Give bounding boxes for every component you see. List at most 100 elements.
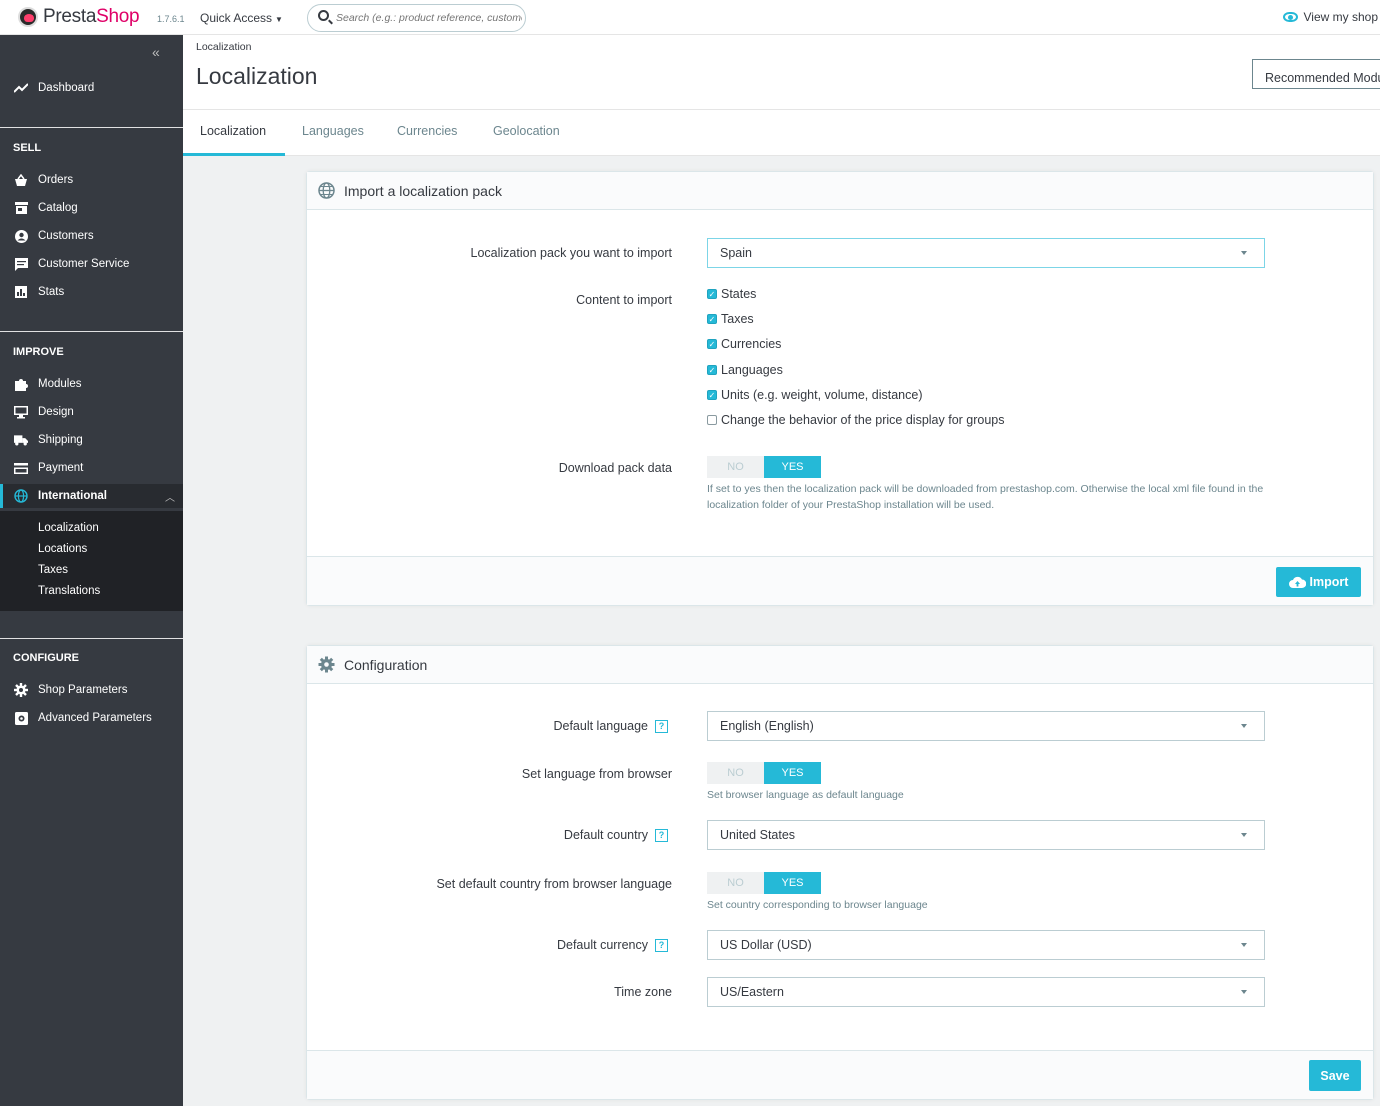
help-icon[interactable]: ? [655, 720, 668, 734]
checkbox-states[interactable]: ✓ States [707, 287, 756, 301]
localization-pack-select[interactable]: Spain [707, 238, 1265, 268]
checkbox-price-display[interactable]: Change the behavior of the price display… [707, 413, 1005, 427]
sidebar-item-stats[interactable]: Stats [0, 280, 183, 304]
select-value: US Dollar (USD) [720, 938, 812, 952]
submenu-item-localization[interactable]: Localization [38, 522, 99, 534]
checkbox-checked-icon: ✓ [707, 365, 717, 375]
sidebar-item-design[interactable]: Design [0, 400, 183, 424]
sidebar-item-label: Customers [38, 230, 94, 242]
default-country-label: Default country? [563, 828, 668, 843]
submenu-item-taxes[interactable]: Taxes [38, 564, 68, 576]
checkbox-label: States [721, 287, 757, 301]
tab-localization[interactable]: Localization [200, 124, 266, 138]
select-value: United States [720, 828, 796, 842]
switch-yes-option[interactable]: YES [764, 872, 821, 894]
sidebar-item-modules[interactable]: Modules [0, 372, 183, 396]
active-indicator [0, 484, 3, 508]
tab-geolocation[interactable]: Geolocation [493, 124, 560, 138]
caret-down-icon [1241, 724, 1247, 728]
sidebar-item-payment[interactable]: Payment [0, 456, 183, 480]
switch-yes-option[interactable]: YES [764, 762, 821, 784]
search-box[interactable] [307, 4, 526, 32]
logo-text-accent: Shop [96, 6, 140, 27]
puffin-logo-icon [18, 7, 38, 27]
checkbox-currencies[interactable]: ✓ Currencies [707, 337, 781, 351]
sidebar-item-customer-service[interactable]: Customer Service [0, 252, 183, 276]
country-browser-label: Set default country from browser languag… [436, 877, 672, 891]
checkbox-units[interactable]: ✓ Units (e.g. weight, volume, distance) [707, 388, 922, 402]
sidebar-item-label: Orders [38, 174, 74, 186]
checkbox-label: Currencies [721, 337, 782, 351]
switch-no-option[interactable]: NO [707, 456, 764, 478]
view-my-shop-link[interactable]: View my shop [1282, 10, 1378, 24]
active-tab-indicator [183, 153, 285, 156]
switch-no-option[interactable]: NO [707, 872, 764, 894]
sidebar-item-advanced-parameters[interactable]: Advanced Parameters [0, 706, 183, 730]
section-title-improve: IMPROVE [13, 346, 64, 358]
switch-yes-option[interactable]: YES [764, 456, 821, 478]
import-button-label: Import [1309, 575, 1349, 589]
sidebar-item-customers[interactable]: Customers [0, 224, 183, 248]
checkbox-checked-icon: ✓ [707, 314, 717, 324]
account-circle-icon [14, 229, 28, 243]
sidebar-divider [0, 331, 183, 332]
submenu-item-locations[interactable]: Locations [38, 543, 87, 555]
download-label: Download pack data [558, 461, 672, 475]
gear-icon [14, 683, 28, 697]
caret-down-icon [1241, 990, 1247, 994]
help-icon[interactable]: ? [655, 939, 668, 953]
panel-footer: Save [307, 1050, 1373, 1099]
timezone-select[interactable]: US/Eastern [707, 977, 1265, 1007]
sidebar-item-label: Shop Parameters [38, 684, 128, 696]
default-currency-select[interactable]: US Dollar (USD) [707, 930, 1265, 960]
panel-footer: Import [307, 556, 1373, 605]
logo-text-dark: Presta [43, 6, 97, 27]
sidebar-item-dashboard[interactable]: Dashboard [0, 76, 183, 100]
default-language-label-text: Default language [553, 719, 648, 733]
prestashop-logo[interactable]: PrestaShop [18, 6, 140, 28]
switch-no-option[interactable]: NO [707, 762, 764, 784]
top-header: PrestaShop 1.7.6.1 Quick Access▼ View my… [0, 0, 1380, 35]
select-value: English (English) [720, 719, 814, 733]
sidebar-item-shipping[interactable]: Shipping [0, 428, 183, 452]
checkbox-checked-icon: ✓ [707, 289, 717, 299]
chat-icon [14, 257, 28, 271]
default-country-select[interactable]: United States [707, 820, 1265, 850]
gear-icon [318, 656, 335, 673]
language-from-browser-switch[interactable]: NO YES [707, 762, 821, 784]
view-my-shop-label: View my shop [1303, 10, 1378, 24]
sidebar-item-shop-parameters[interactable]: Shop Parameters [0, 678, 183, 702]
section-title-configure: CONFIGURE [13, 652, 79, 664]
language-browser-hint: Set browser language as default language [707, 789, 904, 801]
timezone-label: Time zone [614, 985, 672, 999]
sidebar-item-catalog[interactable]: Catalog [0, 196, 183, 220]
chevron-up-icon: ︿ [165, 493, 175, 504]
puzzle-icon [14, 377, 28, 391]
collapse-sidebar-icon[interactable]: « [152, 44, 160, 60]
sidebar-item-label: Customer Service [38, 258, 130, 270]
quick-access-dropdown[interactable]: Quick Access ▼ [200, 11, 283, 25]
country-from-browser-switch[interactable]: NO YES [707, 872, 821, 894]
help-icon[interactable]: ? [655, 829, 668, 843]
save-button[interactable]: Save [1309, 1060, 1361, 1091]
sidebar-item-orders[interactable]: Orders [0, 168, 183, 192]
breadcrumb[interactable]: Localization [196, 41, 251, 53]
tab-languages[interactable]: Languages [302, 124, 364, 138]
sidebar-item-international[interactable]: International ︿ [0, 484, 183, 508]
sidebar-item-label: Shipping [38, 434, 83, 446]
checkbox-languages[interactable]: ✓ Languages [707, 363, 783, 377]
checkbox-taxes[interactable]: ✓ Taxes [707, 312, 754, 326]
caret-down-icon [1241, 251, 1247, 255]
recommended-modules-button[interactable]: Recommended Modules [1252, 59, 1380, 89]
checkbox-label: Taxes [721, 312, 754, 326]
sidebar-item-label: Stats [38, 286, 65, 298]
import-button[interactable]: Import [1276, 567, 1361, 597]
checkbox-unchecked-icon [707, 415, 717, 425]
default-language-select[interactable]: English (English) [707, 711, 1265, 741]
download-pack-switch[interactable]: NO YES [707, 456, 821, 478]
tab-currencies[interactable]: Currencies [397, 124, 457, 138]
search-input[interactable] [336, 10, 522, 26]
submenu-item-translations[interactable]: Translations [38, 585, 100, 597]
country-browser-hint: Set country corresponding to browser lan… [707, 899, 928, 911]
default-country-label-text: Default country [563, 828, 648, 842]
